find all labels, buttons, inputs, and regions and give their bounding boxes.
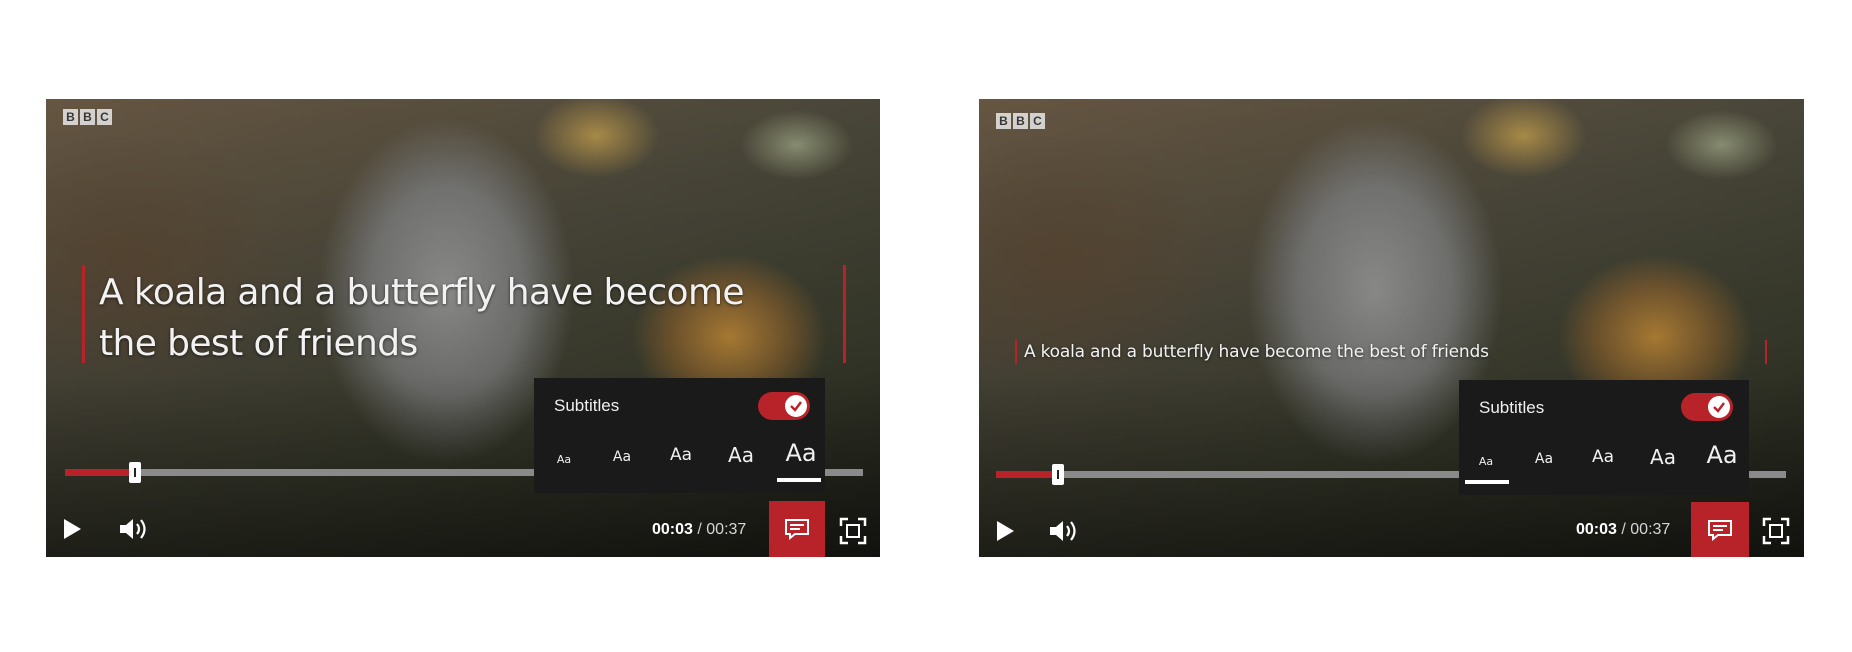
- fullscreen-icon: [1762, 517, 1790, 545]
- caption-line: A koala and a butterfly have become: [99, 272, 745, 313]
- duration: 00:37: [706, 521, 747, 538]
- subtitles-panel-title: Subtitles: [554, 396, 620, 415]
- caption-text: A koala and a butterfly have become the …: [1024, 341, 1489, 363]
- check-icon: [1713, 402, 1725, 413]
- caption-accent-bar: [1765, 340, 1767, 364]
- volume-icon: [1050, 521, 1076, 541]
- subtitles-toggle[interactable]: [758, 392, 810, 420]
- caption-line: A koala and a butterfly have become the …: [1024, 342, 1489, 362]
- subtitles-settings-panel: Subtitles Aa Aa Aa Aa Aa: [534, 378, 825, 493]
- subtitles-panel-title: Subtitles: [1479, 398, 1545, 417]
- bbc-logo: B B C: [996, 113, 1045, 129]
- fullscreen-icon: [839, 517, 867, 545]
- selected-size-indicator: [777, 478, 821, 482]
- caption-accent-bar: [1015, 340, 1017, 364]
- video-player-large-subtitles[interactable]: B B C A koala and a butterfly have becom…: [46, 99, 880, 557]
- subtitle-size-l[interactable]: Aa: [721, 443, 761, 467]
- volume-button[interactable]: [118, 516, 150, 542]
- subtitles-settings-panel: Subtitles Aa Aa Aa Aa Aa: [1459, 380, 1749, 495]
- progress-fill: [996, 471, 1058, 478]
- play-button[interactable]: [64, 519, 81, 539]
- current-time: 00:03: [652, 521, 693, 538]
- subtitle-size-xl[interactable]: Aa: [1700, 441, 1744, 469]
- subtitle-size-xl[interactable]: Aa: [779, 439, 823, 467]
- caption-text: A koala and a butterfly have become the …: [99, 267, 745, 369]
- bbc-logo: B B C: [63, 109, 112, 125]
- progress-handle[interactable]: [1051, 464, 1064, 485]
- volume-icon: [120, 519, 146, 539]
- volume-button[interactable]: [1048, 518, 1080, 544]
- subtitle-size-m[interactable]: Aa: [663, 445, 699, 465]
- duration: 00:37: [1630, 521, 1671, 538]
- subtitles-icon: [785, 519, 809, 540]
- subtitles-toggle[interactable]: [1681, 393, 1733, 421]
- subtitles-icon: [1708, 519, 1732, 541]
- check-icon: [790, 401, 802, 412]
- subtitles-button[interactable]: [1691, 502, 1749, 557]
- caption-accent-bar: [82, 265, 85, 363]
- subtitle-size-s[interactable]: Aa: [606, 449, 638, 465]
- caption-accent-bar: [843, 265, 846, 363]
- subtitle-size-xs[interactable]: Aa: [548, 453, 580, 466]
- subtitle-size-l[interactable]: Aa: [1643, 445, 1683, 469]
- current-time: 00:03: [1576, 521, 1617, 538]
- fullscreen-button[interactable]: [1762, 517, 1790, 545]
- subtitle-size-m[interactable]: Aa: [1585, 447, 1621, 467]
- caption-line: the best of friends: [99, 323, 418, 364]
- play-icon: [64, 519, 81, 539]
- progress-handle[interactable]: [129, 462, 142, 483]
- selected-size-indicator: [1465, 480, 1509, 484]
- subtitle-size-xs[interactable]: Aa: [1470, 455, 1502, 468]
- time-display: 00:03 / 00:37: [652, 521, 747, 538]
- subtitle-size-s[interactable]: Aa: [1528, 451, 1560, 467]
- play-icon: [997, 521, 1014, 541]
- play-button[interactable]: [997, 521, 1014, 541]
- progress-fill: [65, 469, 136, 476]
- time-display: 00:03 / 00:37: [1576, 521, 1671, 538]
- video-player-small-subtitles[interactable]: B B C A koala and a butterfly have becom…: [979, 99, 1804, 557]
- fullscreen-button[interactable]: [839, 517, 867, 545]
- subtitles-button[interactable]: [769, 501, 825, 557]
